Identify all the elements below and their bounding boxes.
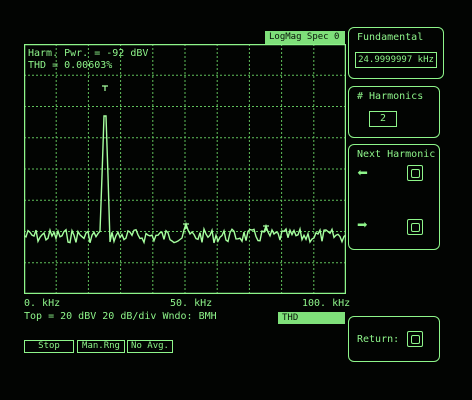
harmonics-value[interactable]: 2 [369,111,397,127]
x-axis-mid-label: 50. kHz [170,298,213,309]
thd-readout: THD = 0.00603% [28,60,113,71]
harmonics-title: # Harmonics [357,91,424,102]
spectrum-plot: Harm. Pwr. = -92 dBV THD = 0.00603% [24,44,346,294]
next-harmonic-softkey[interactable]: Next Harmonic ⬅ ➡ [348,144,440,250]
scale-info: Top = 20 dBV 20 dB/div Wndo: BMH [24,311,217,322]
man-rng-button[interactable]: Man.Rng [77,340,125,353]
plot-grid [24,44,346,294]
prev-harmonic-button-icon[interactable] [407,165,423,181]
no-avg-button[interactable]: No Avg. [127,340,173,353]
left-arrow-icon[interactable]: ⬅ [357,165,368,183]
fundamental-value[interactable]: 24.9999997 kHz [355,52,437,68]
thd-status-badge: THD [278,312,345,324]
x-axis-end-label: 100. kHz [302,298,351,309]
spectrum-graph [24,44,346,294]
harmonics-softkey[interactable]: # Harmonics 2 [348,86,440,138]
fundamental-title: Fundamental [357,32,424,43]
mode-badge: LogMag Spec 0 [265,31,345,44]
return-softkey[interactable]: Return: [348,316,440,362]
fundamental-softkey[interactable]: Fundamental 24.9999997 kHz [348,27,444,79]
right-arrow-icon[interactable]: ➡ [357,217,368,235]
next-harmonic-button-icon[interactable] [407,219,423,235]
return-label: Return: [357,334,400,345]
stop-button[interactable]: Stop [24,340,74,353]
harmonic-power-readout: Harm. Pwr. = -92 dBV [28,48,149,59]
x-axis-start-label: 0. kHz [24,298,61,309]
next-harmonic-title: Next Harmonic [357,149,436,160]
analyzer-screen: LogMag Spec 0 Harm. Pwr. = -92 dBV THD =… [0,0,472,400]
harmonic-marker-1 [102,85,108,91]
return-button-icon[interactable] [407,331,423,347]
